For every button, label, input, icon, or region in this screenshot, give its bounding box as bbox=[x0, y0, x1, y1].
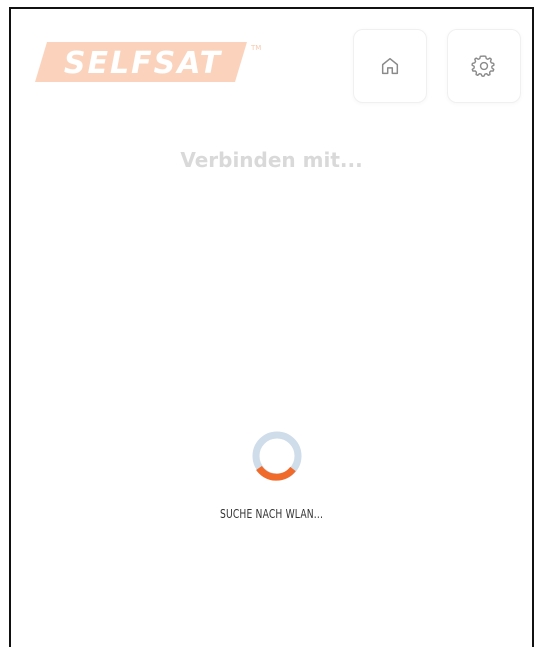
gear-icon bbox=[471, 55, 495, 77]
settings-button[interactable] bbox=[447, 29, 521, 103]
app-frame: SELFSAT TM Verbinden mit... SUCHE NACH W… bbox=[9, 7, 534, 647]
home-button[interactable] bbox=[353, 29, 427, 103]
loading-spinner bbox=[251, 430, 303, 482]
logo-text: SELFSAT bbox=[64, 46, 223, 81]
home-icon bbox=[381, 57, 399, 75]
logo-tm: TM bbox=[250, 44, 261, 52]
page-title: Verbinden mit... bbox=[180, 148, 363, 172]
status-text: SUCHE NACH WLAN... bbox=[219, 507, 324, 521]
selfsat-logo: SELFSAT TM bbox=[35, 42, 265, 90]
